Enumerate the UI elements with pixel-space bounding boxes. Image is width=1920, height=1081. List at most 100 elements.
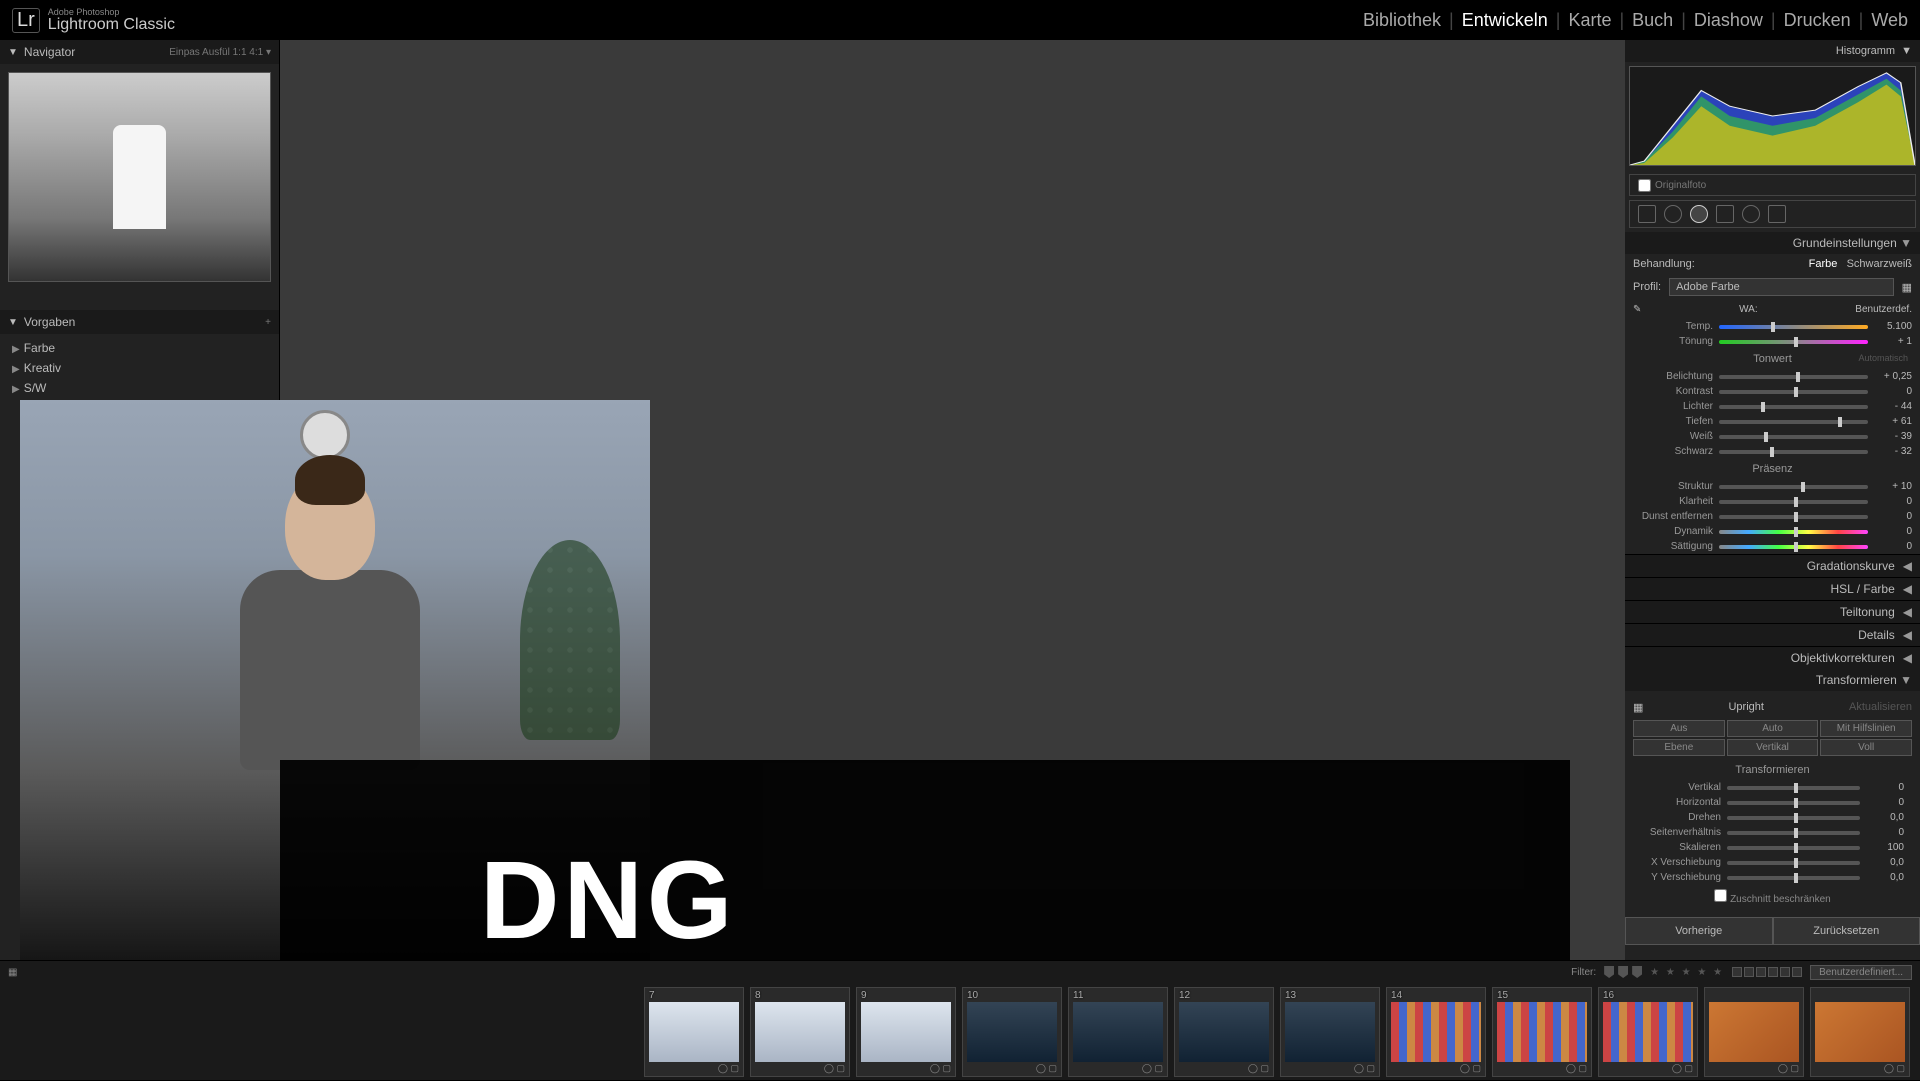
grid-view-icon[interactable]: ▦ [8,967,17,978]
hsl-panel-header[interactable]: HSL / Farbe◀ [1625,577,1920,600]
clarity-value[interactable]: 0 [1874,496,1912,507]
filmstrip-thumbs[interactable]: 7◯ ▢8◯ ▢9◯ ▢10◯ ▢11◯ ▢12◯ ▢13◯ ▢14◯ ▢15◯… [0,983,1920,1081]
treatment-bw[interactable]: Schwarzweiß [1847,258,1912,270]
filmstrip-thumb[interactable]: 7◯ ▢ [644,987,744,1077]
treatment-color[interactable]: Farbe [1809,258,1838,270]
t-xoffset-slider[interactable] [1727,861,1860,865]
filter-flags[interactable] [1604,966,1642,978]
filmstrip-thumb[interactable]: ◯ ▢ [1704,987,1804,1077]
crop-tool-icon[interactable] [1638,205,1656,223]
whites-value[interactable]: - 39 [1874,431,1912,442]
preset-group-creative[interactable]: ▶Kreativ [12,358,267,378]
saturation-slider[interactable] [1719,545,1868,549]
histogram[interactable] [1629,66,1916,166]
highlights-value[interactable]: - 44 [1874,401,1912,412]
upright-update[interactable]: Aktualisieren [1849,701,1912,714]
original-checkbox[interactable] [1638,179,1651,192]
t-aspect-slider[interactable] [1727,831,1860,835]
preset-group-color[interactable]: ▶Farbe [12,338,267,358]
upright-vertical[interactable]: Vertikal [1727,739,1819,756]
texture-slider[interactable] [1719,485,1868,489]
t-horizontal-slider[interactable] [1727,801,1860,805]
preset-group-bw[interactable]: ▶S/W [12,378,267,398]
exposure-slider[interactable] [1719,375,1868,379]
disclosure-triangle-icon[interactable]: ▼ [1901,45,1912,57]
spot-tool-icon[interactable] [1664,205,1682,223]
add-preset-icon[interactable]: + [265,317,271,328]
saturation-value[interactable]: 0 [1874,541,1912,552]
lens-panel-header[interactable]: Objektivkorrekturen◀ [1625,646,1920,669]
navigator-zoom-modes[interactable]: Einpas Ausfül 1:1 4:1 ▾ [169,47,271,58]
upright-guided[interactable]: Mit Hilfslinien [1820,720,1912,737]
presets-header[interactable]: ▼ Vorgaben + [0,310,279,334]
filmstrip-thumb[interactable]: ◯ ▢ [1810,987,1910,1077]
filmstrip-thumb[interactable]: 13◯ ▢ [1280,987,1380,1077]
vibrance-value[interactable]: 0 [1874,526,1912,537]
tonecurve-panel-header[interactable]: Gradationskurve◀ [1625,554,1920,577]
navigator-header[interactable]: ▼ Navigator Einpas Ausfül 1:1 4:1 ▾ [0,40,279,64]
contrast-slider[interactable] [1719,390,1868,394]
t-vertical-slider[interactable] [1727,786,1860,790]
tone-auto-button[interactable]: Automatisch [1858,353,1908,363]
shadows-slider[interactable] [1719,420,1868,424]
split-panel-header[interactable]: Teiltonung◀ [1625,600,1920,623]
navigator-preview[interactable] [8,72,271,282]
contrast-value[interactable]: 0 [1874,386,1912,397]
reset-button[interactable]: Zurücksetzen [1773,917,1920,945]
dehaze-value[interactable]: 0 [1874,511,1912,522]
filter-stars[interactable]: ★ ★ ★ ★ ★ [1650,967,1724,978]
blacks-slider[interactable] [1719,450,1868,454]
radial-tool-icon[interactable] [1742,205,1760,223]
upright-level[interactable]: Ebene [1633,739,1725,756]
shadows-value[interactable]: + 61 [1874,416,1912,427]
whites-slider[interactable] [1719,435,1868,439]
dehaze-slider[interactable] [1719,515,1868,519]
filmstrip-thumb[interactable]: 10◯ ▢ [962,987,1062,1077]
filmstrip-thumb[interactable]: 16◯ ▢ [1598,987,1698,1077]
gradient-tool-icon[interactable] [1716,205,1734,223]
filmstrip-thumb[interactable]: 9◯ ▢ [856,987,956,1077]
upright-off[interactable]: Aus [1633,720,1725,737]
vibrance-slider[interactable] [1719,530,1868,534]
disclosure-triangle-icon[interactable]: ▼ [8,47,18,58]
module-develop[interactable]: Entwickeln [1462,10,1548,31]
t-rotate-slider[interactable] [1727,816,1860,820]
histogram-header[interactable]: Histogramm ▼ [1625,40,1920,62]
module-slideshow[interactable]: Diashow [1694,10,1763,31]
sort-select[interactable]: Benutzerdefiniert... [1810,965,1912,980]
t-yoffset-slider[interactable] [1727,876,1860,880]
profile-select[interactable]: Adobe Farbe [1669,278,1893,296]
disclosure-triangle-icon[interactable]: ▼ [8,317,18,328]
module-map[interactable]: Karte [1568,10,1611,31]
original-photo-toggle[interactable]: Originalfoto [1629,174,1916,196]
filmstrip-thumb[interactable]: 14◯ ▢ [1386,987,1486,1077]
basic-panel-header[interactable]: Grundeinstellungen ▼ [1625,232,1920,254]
wb-mode-select[interactable]: Benutzerdef. [1855,304,1912,315]
clarity-slider[interactable] [1719,500,1868,504]
texture-value[interactable]: + 10 [1874,481,1912,492]
module-library[interactable]: Bibliothek [1363,10,1441,31]
module-print[interactable]: Drucken [1784,10,1851,31]
module-book[interactable]: Buch [1632,10,1673,31]
redeye-tool-icon[interactable] [1690,205,1708,223]
previous-button[interactable]: Vorherige [1625,917,1773,945]
upright-guide-icon[interactable]: ▦ [1633,701,1643,714]
filter-colors[interactable] [1732,967,1802,977]
temp-slider[interactable] [1719,325,1868,329]
temp-value[interactable]: 5.100 [1874,321,1912,332]
profile-browser-icon[interactable]: ▦ [1902,281,1912,294]
t-scale-slider[interactable] [1727,846,1860,850]
tint-slider[interactable] [1719,340,1868,344]
highlights-slider[interactable] [1719,405,1868,409]
wb-picker-icon[interactable]: ✎ [1633,304,1641,315]
tint-value[interactable]: + 1 [1874,336,1912,347]
detail-panel-header[interactable]: Details◀ [1625,623,1920,646]
constrain-crop-checkbox[interactable] [1714,889,1727,902]
filmstrip-thumb[interactable]: 8◯ ▢ [750,987,850,1077]
upright-full[interactable]: Voll [1820,739,1912,756]
module-web[interactable]: Web [1871,10,1908,31]
filmstrip-thumb[interactable]: 11◯ ▢ [1068,987,1168,1077]
upright-auto[interactable]: Auto [1727,720,1819,737]
blacks-value[interactable]: - 32 [1874,446,1912,457]
filmstrip-thumb[interactable]: 12◯ ▢ [1174,987,1274,1077]
